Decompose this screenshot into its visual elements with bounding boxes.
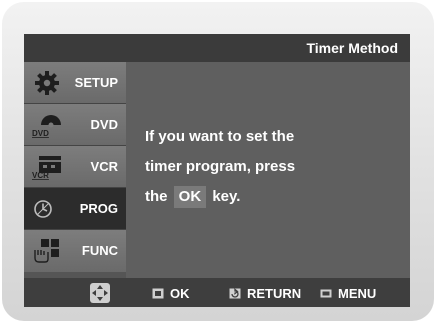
dvd-icon: DVD	[31, 112, 63, 138]
ok-key-highlight: OK	[173, 186, 207, 208]
sidebar-item-label: PROG	[79, 201, 118, 216]
vcr-icon: VCR	[31, 154, 63, 180]
gear-icon	[31, 70, 63, 96]
menu-icon	[320, 289, 332, 298]
message-line-suffix: key.	[212, 188, 241, 205]
sidebar-item-label: SETUP	[74, 75, 118, 90]
sidebar-menu: SETUP DVD DVD VCR VCR PROG FUNC	[24, 62, 126, 278]
message-line: timer program, press	[145, 158, 296, 175]
sidebar-item-label: DVD	[90, 117, 118, 132]
return-hint: RETURN	[229, 286, 301, 301]
title-bar: Timer Method	[24, 34, 410, 62]
menu-hint: MENU	[320, 286, 376, 301]
clock-icon	[31, 196, 63, 222]
sidebar-item-dvd[interactable]: DVD DVD	[24, 104, 126, 146]
return-hint-label: RETURN	[247, 286, 302, 301]
return-icon	[229, 288, 241, 299]
instruction-message: If you want to set the timer program, pr…	[145, 122, 385, 212]
menu-hint-label: MENU	[338, 286, 377, 301]
function-icon	[31, 238, 63, 264]
sidebar-item-label: VCR	[90, 159, 118, 174]
sidebar-item-label: FUNC	[81, 243, 118, 258]
svg-text:DVD: DVD	[32, 129, 49, 138]
sidebar-item-setup[interactable]: SETUP	[24, 62, 126, 104]
sidebar-item-prog[interactable]: PROG	[24, 188, 126, 230]
message-line: If you want to set the	[145, 128, 295, 145]
ok-hint-label: OK	[170, 286, 190, 301]
ok-hint: OK	[152, 286, 190, 301]
sidebar-item-func[interactable]: FUNC	[24, 230, 126, 272]
svg-text:VCR: VCR	[32, 171, 49, 180]
page-title: Timer Method	[306, 40, 398, 56]
sidebar-item-vcr[interactable]: VCR VCR	[24, 146, 126, 188]
message-line: the OK key.	[145, 182, 385, 212]
ok-key-icon	[152, 288, 164, 299]
dpad-icon	[90, 283, 116, 305]
osd-screen: Timer Method SETUP DVD DVD VCR VCR PROG …	[24, 34, 410, 307]
bottom-hint-bar: OK RETURN MENU	[24, 278, 410, 307]
message-line-prefix: the	[145, 188, 168, 205]
